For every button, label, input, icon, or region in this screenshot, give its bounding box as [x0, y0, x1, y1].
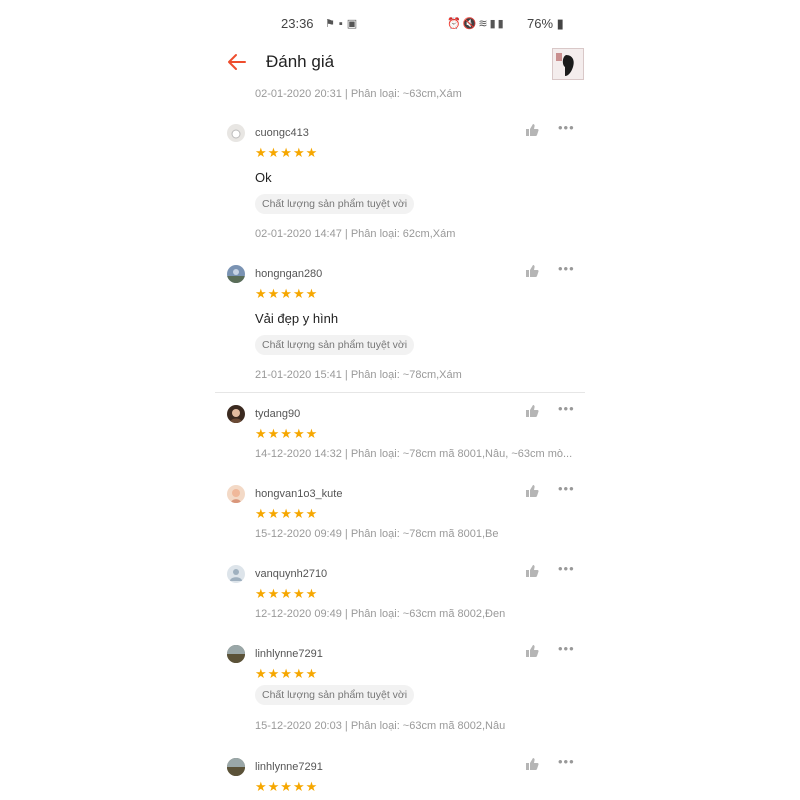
more-dots-icon[interactable]: •••: [558, 754, 575, 769]
arrow-left-icon[interactable]: [225, 50, 249, 74]
avatar[interactable]: [227, 405, 245, 423]
more-dots-icon[interactable]: •••: [558, 120, 575, 135]
notification-icons: ⚑▪▣: [325, 18, 362, 30]
star-rating: ★★★★★: [255, 426, 319, 441]
reviewer-name[interactable]: vanquynh2710: [255, 568, 327, 580]
review-meta: 02-01-2020 14:47 | Phân loại: 62cm,Xám: [255, 228, 456, 240]
signal-icons: ⏰🔇≋▮▮: [447, 18, 506, 30]
review-tag: Chất lượng sản phẩm tuyệt vời: [255, 194, 415, 214]
more-dots-icon[interactable]: •••: [558, 261, 575, 276]
status-time: 23:36: [281, 16, 314, 31]
review-comment: Ok: [255, 170, 272, 185]
avatar[interactable]: [227, 265, 245, 283]
avatar[interactable]: [227, 645, 245, 663]
star-rating: ★★★★★: [255, 145, 319, 160]
star-rating: ★★★★★: [255, 586, 319, 601]
reviewer-name[interactable]: hongngan280: [255, 268, 322, 280]
star-rating: ★★★★★: [255, 506, 319, 521]
app-header: Đánh giá: [215, 44, 585, 84]
more-dots-icon[interactable]: •••: [558, 641, 575, 656]
avatar[interactable]: [227, 485, 245, 503]
more-dots-icon[interactable]: •••: [558, 481, 575, 496]
star-rating: ★★★★★: [255, 779, 319, 794]
reviewer-name[interactable]: linhlynne7291: [255, 761, 323, 773]
thumbs-up-icon[interactable]: [524, 483, 540, 499]
review-meta: 15-12-2020 09:49 | Phân loại: ~78cm mã 8…: [255, 528, 499, 540]
more-dots-icon[interactable]: •••: [558, 401, 575, 416]
thumbs-up-icon[interactable]: [524, 263, 540, 279]
review-meta: 12-12-2020 09:49 | Phân loại: ~63cm mã 8…: [255, 608, 506, 620]
avatar[interactable]: [227, 124, 245, 142]
reviewer-name[interactable]: cuongc413: [255, 127, 309, 139]
divider: [215, 392, 585, 393]
review-meta: 15-12-2020 20:03 | Phân loại: ~63cm mã 8…: [255, 720, 506, 732]
thumbs-up-icon[interactable]: [524, 403, 540, 419]
status-bar: 23:36 ⚑▪▣ ⏰🔇≋▮▮ 76% ▮: [215, 14, 585, 36]
phone-screen: 23:36 ⚑▪▣ ⏰🔇≋▮▮ 76% ▮ Đánh giá 02-01-202…: [215, 0, 585, 800]
more-dots-icon[interactable]: •••: [558, 561, 575, 576]
product-thumbnail[interactable]: [552, 48, 584, 80]
reviewer-name[interactable]: tydang90: [255, 408, 300, 420]
default-avatar-icon[interactable]: [227, 565, 245, 583]
reviewer-name[interactable]: linhlynne7291: [255, 648, 323, 660]
thumbs-up-icon[interactable]: [524, 756, 540, 772]
thumbs-up-icon[interactable]: [524, 122, 540, 138]
review-tag: Chất lượng sản phẩm tuyệt vời: [255, 685, 415, 705]
review-comment: Vải đẹp y hình: [255, 311, 339, 326]
review-meta: 14-12-2020 14:32 | Phân loại: ~78cm mã 8…: [255, 448, 573, 460]
battery-level: 76% ▮: [527, 16, 564, 31]
page-title: Đánh giá: [266, 52, 335, 71]
reviewer-name[interactable]: hongvan1o3_kute: [255, 488, 342, 500]
thumbs-up-icon[interactable]: [524, 563, 540, 579]
star-rating: ★★★★★: [255, 286, 319, 301]
review-meta: 02-01-2020 20:31 | Phân loại: ~63cm,Xám: [255, 88, 462, 100]
avatar[interactable]: [227, 758, 245, 776]
product-image: [553, 49, 583, 79]
star-rating: ★★★★★: [255, 666, 319, 681]
review-tag: Chất lượng sản phẩm tuyệt vời: [255, 335, 415, 355]
review-meta: 21-01-2020 15:41 | Phân loại: ~78cm,Xám: [255, 369, 462, 381]
thumbs-up-icon[interactable]: [524, 643, 540, 659]
